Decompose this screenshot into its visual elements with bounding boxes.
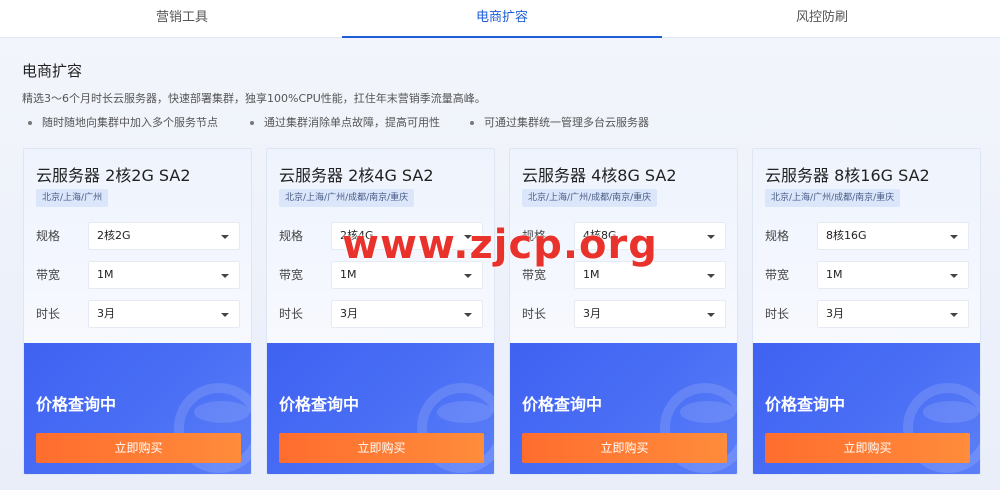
spec-row: 规格 2核2G	[36, 222, 241, 250]
card-price-area: 价格查询中 立即购买	[510, 343, 737, 474]
bandwidth-row: 带宽 1M	[765, 261, 970, 289]
card-price-area: 价格查询中 立即购买	[24, 343, 251, 474]
bandwidth-label: 带宽	[279, 268, 304, 282]
feature-bullet: 通过集群消除单点故障，提高可用性	[250, 114, 440, 130]
chevron-down-icon	[950, 313, 958, 317]
spec-label: 规格	[279, 229, 304, 243]
spec-select[interactable]: 2核2G	[88, 222, 240, 250]
chevron-down-icon	[950, 274, 958, 278]
duration-label: 时长	[522, 307, 547, 321]
buy-now-button[interactable]: 立即购买	[36, 433, 241, 463]
feature-bullet: 可通过集群统一管理多台云服务器	[470, 114, 649, 130]
bandwidth-label: 带宽	[36, 268, 61, 282]
region-tag: 北京/上海/广州	[36, 189, 109, 207]
duration-select-value: 3月	[583, 307, 601, 320]
bandwidth-label: 带宽	[765, 268, 790, 282]
product-card: 云服务器 4核8G SA2 北京/上海/广州/成都/南京/重庆 规格 4核8G …	[509, 148, 738, 475]
bullet-dot-icon	[250, 121, 254, 125]
tab-bar: 营销工具 电商扩容 风控防刷	[0, 0, 1000, 38]
duration-row: 时长 3月	[765, 300, 970, 328]
duration-row: 时长 3月	[279, 300, 484, 328]
site-watermark: www.zjcp.org	[342, 222, 658, 268]
feature-bullet-text: 随时随地向集群中加入多个服务节点	[42, 116, 218, 129]
coin-decoration-icon	[680, 401, 736, 423]
spec-row: 规格 8核16G	[765, 222, 970, 250]
chevron-down-icon	[464, 274, 472, 278]
region-tag: 北京/上海/广州/成都/南京/重庆	[522, 189, 658, 207]
price-text: 价格查询中	[36, 395, 117, 414]
tab-marketing-tools[interactable]: 营销工具	[22, 0, 342, 38]
chevron-down-icon	[707, 235, 715, 239]
card-config-area: 云服务器 8核16G SA2 北京/上海/广州/成都/南京/重庆 规格 8核16…	[753, 149, 980, 343]
section-title: 电商扩容	[22, 62, 83, 80]
card-price-area: 价格查询中 立即购买	[267, 343, 494, 474]
bandwidth-select-value: 1M	[340, 268, 357, 281]
feature-bullet: 随时随地向集群中加入多个服务节点	[28, 114, 218, 130]
bandwidth-select-value: 1M	[97, 268, 114, 281]
duration-label: 时长	[36, 307, 61, 321]
bandwidth-select[interactable]: 1M	[817, 261, 969, 289]
duration-select[interactable]: 3月	[88, 300, 240, 328]
duration-select[interactable]: 3月	[817, 300, 969, 328]
card-price-area: 价格查询中 立即购买	[753, 343, 980, 474]
product-name: 云服务器 2核4G SA2	[279, 166, 434, 185]
coin-decoration-icon	[923, 401, 979, 423]
bandwidth-row: 带宽 1M	[36, 261, 241, 289]
section-description: 精选3～6个月时长云服务器，快速部署集群，独享100%CPU性能，扛住年末营销季…	[22, 92, 486, 105]
bullet-dot-icon	[28, 121, 32, 125]
product-name: 云服务器 2核2G SA2	[36, 166, 191, 185]
product-name: 云服务器 4核8G SA2	[522, 166, 677, 185]
tab-risk-control[interactable]: 风控防刷	[662, 0, 982, 38]
chevron-down-icon	[707, 313, 715, 317]
product-name: 云服务器 8核16G SA2	[765, 166, 930, 185]
bandwidth-select-value: 1M	[826, 268, 843, 281]
duration-select[interactable]: 3月	[574, 300, 726, 328]
duration-select-value: 3月	[97, 307, 115, 320]
spec-select-value: 8核16G	[826, 229, 867, 242]
feature-bullet-text: 可通过集群统一管理多台云服务器	[484, 116, 649, 129]
tab-ecommerce-expansion[interactable]: 电商扩容	[342, 0, 662, 38]
spec-label: 规格	[765, 229, 790, 243]
duration-row: 时长 3月	[36, 300, 241, 328]
price-text: 价格查询中	[765, 395, 846, 414]
spec-label: 规格	[36, 229, 61, 243]
chevron-down-icon	[221, 274, 229, 278]
chevron-down-icon	[707, 274, 715, 278]
buy-now-button[interactable]: 立即购买	[765, 433, 970, 463]
duration-label: 时长	[765, 307, 790, 321]
region-tag: 北京/上海/广州/成都/南京/重庆	[765, 189, 901, 207]
spec-select-value: 2核2G	[97, 229, 131, 242]
chevron-down-icon	[464, 313, 472, 317]
price-text: 价格查询中	[279, 395, 360, 414]
spec-select[interactable]: 8核16G	[817, 222, 969, 250]
duration-label: 时长	[279, 307, 304, 321]
price-text: 价格查询中	[522, 395, 603, 414]
feature-bullet-text: 通过集群消除单点故障，提高可用性	[264, 116, 440, 129]
buy-now-button[interactable]: 立即购买	[522, 433, 727, 463]
coin-decoration-icon	[194, 401, 250, 423]
duration-select-value: 3月	[340, 307, 358, 320]
chevron-down-icon	[221, 235, 229, 239]
bandwidth-select-value: 1M	[583, 268, 600, 281]
duration-select[interactable]: 3月	[331, 300, 483, 328]
bandwidth-select[interactable]: 1M	[88, 261, 240, 289]
coin-decoration-icon	[437, 401, 493, 423]
product-card: 云服务器 2核2G SA2 北京/上海/广州 规格 2核2G 带宽 1M 时长 …	[23, 148, 252, 475]
duration-select-value: 3月	[826, 307, 844, 320]
buy-now-button[interactable]: 立即购买	[279, 433, 484, 463]
product-card: 云服务器 8核16G SA2 北京/上海/广州/成都/南京/重庆 规格 8核16…	[752, 148, 981, 475]
card-config-area: 云服务器 2核2G SA2 北京/上海/广州 规格 2核2G 带宽 1M 时长 …	[24, 149, 251, 343]
duration-row: 时长 3月	[522, 300, 727, 328]
chevron-down-icon	[950, 235, 958, 239]
bullet-dot-icon	[470, 121, 474, 125]
product-card: 云服务器 2核4G SA2 北京/上海/广州/成都/南京/重庆 规格 2核4G …	[266, 148, 495, 475]
chevron-down-icon	[221, 313, 229, 317]
region-tag: 北京/上海/广州/成都/南京/重庆	[279, 189, 415, 207]
